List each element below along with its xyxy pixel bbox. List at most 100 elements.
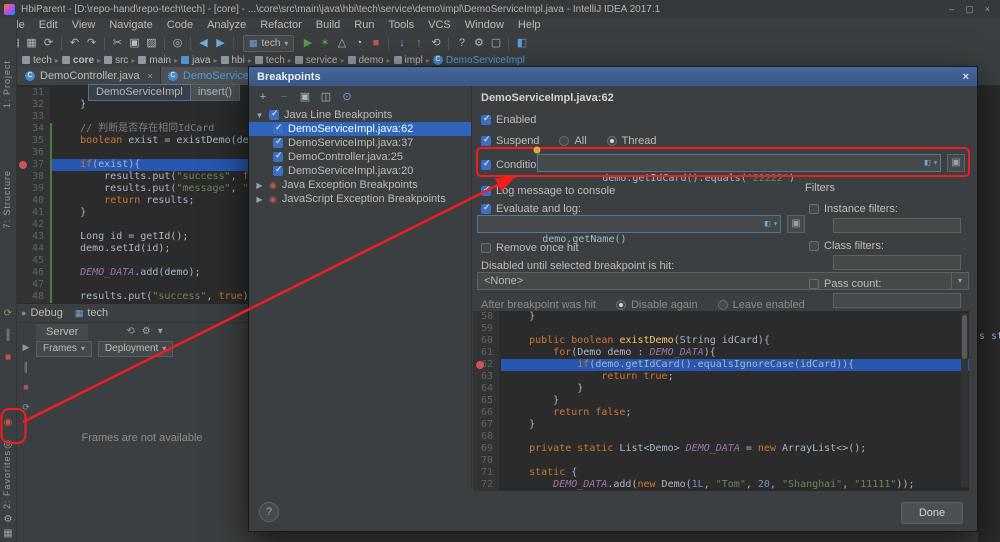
stop-icon[interactable]: ■ (1, 352, 15, 363)
menu-code[interactable]: Code (160, 19, 200, 31)
breadcrumb-demo[interactable]: demo (348, 55, 384, 66)
paste-icon[interactable]: ▨ (143, 34, 160, 52)
coverage-icon[interactable]: △ (333, 34, 350, 52)
tree-item-democontroller-25[interactable]: DemoController.java:25 (249, 150, 471, 164)
breadcrumb-demoserviceimpl[interactable]: CDemoServiceImpl (433, 55, 525, 66)
undo-icon[interactable]: ↶ (66, 34, 83, 52)
debug-session-tab[interactable]: ▦ tech (75, 307, 108, 319)
scrollbar[interactable] (961, 313, 968, 487)
history-dropdown-icon[interactable]: ▾ (933, 155, 938, 171)
cut-icon[interactable]: ✂ (109, 34, 126, 52)
scrollbar-thumb[interactable] (962, 315, 967, 359)
settings-icon[interactable]: ⚙ (142, 326, 151, 337)
find-icon[interactable]: ◎ (169, 34, 186, 52)
tree-item-demoserviceimpl-37[interactable]: DemoServiceImpl.java:37 (249, 136, 471, 150)
collapse-arrow-icon[interactable]: ▼ (255, 111, 264, 120)
expand-arrow-icon[interactable]: ▶ (255, 195, 264, 204)
breadcrumb-core[interactable]: core (62, 55, 94, 66)
back-arrow-icon[interactable]: ◀ (195, 34, 212, 52)
breakpoint-checkbox[interactable] (273, 166, 283, 176)
expand-evaluate-button[interactable]: ▣ (787, 215, 805, 233)
remove-once-checkbox[interactable] (481, 243, 491, 253)
restore-layout-icon[interactable]: ⟲ (126, 326, 134, 337)
pause-icon[interactable]: ║ (19, 362, 33, 372)
leave-enabled-radio[interactable] (718, 300, 728, 310)
condition-checkbox[interactable] (481, 160, 491, 170)
breadcrumb-impl[interactable]: impl (394, 55, 423, 66)
group-checkbox[interactable] (269, 110, 279, 120)
restart-icon[interactable]: ⟳ (19, 402, 33, 413)
forward-arrow-icon[interactable]: ▶ (212, 34, 229, 52)
expand-arrow-icon[interactable]: ▶ (255, 181, 264, 190)
popup-class-name[interactable]: DemoServiceImpl (88, 84, 191, 101)
view-options-icon[interactable]: ◫ (320, 87, 332, 107)
menu-analyze[interactable]: Analyze (200, 19, 253, 31)
pass-count-input[interactable] (833, 293, 961, 308)
popup-method-name[interactable]: insert() (191, 84, 240, 101)
revert-icon[interactable]: ⟲ (427, 34, 444, 52)
breadcrumb-tech[interactable]: tech (255, 55, 285, 66)
maximize-icon[interactable]: ▢ (487, 34, 504, 52)
menu-window[interactable]: Window (458, 19, 511, 31)
stop-icon[interactable]: ■ (367, 34, 384, 52)
synchronize-icon[interactable]: ⟳ (40, 34, 57, 52)
group-by-icon[interactable]: ▣ (299, 87, 311, 107)
help-button[interactable]: ? (259, 502, 279, 522)
dependent-breakpoint-select[interactable]: <None> ▾ (477, 272, 969, 290)
stripe-favorites-tab[interactable]: 2: Favorites (2, 450, 12, 509)
debug-icon[interactable]: ✶ (316, 34, 333, 52)
dialog-title-bar[interactable]: Breakpoints × (249, 67, 977, 86)
stripe-project-tab[interactable]: 1: Project (2, 60, 12, 108)
close-button[interactable]: × (985, 4, 990, 15)
breakpoint-checkbox[interactable] (273, 152, 283, 162)
condition-input[interactable]: demo.getIdCard().equals("22222") ◧ ▾ (537, 154, 941, 172)
maximize-button[interactable]: ▢ (965, 4, 974, 15)
settings-icon[interactable]: ⚙ (1, 514, 15, 525)
menu-run[interactable]: Run (347, 19, 381, 31)
minimize-button[interactable]: – (949, 4, 954, 15)
evaluate-input[interactable]: demo.getName() ◧ ▾ (477, 215, 781, 233)
enabled-checkbox[interactable] (481, 115, 491, 125)
view-breakpoints-icon[interactable]: ◉ (1, 417, 15, 428)
done-button[interactable]: Done (901, 502, 963, 524)
history-dropdown-icon[interactable]: ▾ (773, 216, 778, 232)
vcs-update-icon[interactable]: ↓ (393, 34, 410, 52)
suspend-checkbox[interactable] (481, 136, 491, 146)
instance-filters-input[interactable] (833, 218, 961, 233)
chevron-down-icon[interactable]: ▾ (951, 273, 968, 289)
frames-dropdown[interactable]: Frames ▾ (36, 341, 92, 357)
disable-again-radio[interactable] (616, 300, 626, 310)
expression-type-icon[interactable]: ◧ (925, 155, 930, 171)
dialog-close-icon[interactable]: × (963, 71, 969, 83)
add-breakpoint-icon[interactable]: + (257, 87, 269, 107)
sort-icon[interactable]: ⊙ (341, 87, 353, 107)
log-console-checkbox[interactable] (481, 186, 491, 196)
breadcrumb-main[interactable]: main (138, 55, 171, 66)
evaluate-checkbox[interactable] (481, 204, 491, 214)
tree-group-javascript-exception-breakpoints[interactable]: ▶ ◉ JavaScript Exception Breakpoints (249, 192, 471, 206)
run-configuration-select[interactable]: ▦ tech ▾ (243, 35, 294, 52)
menu-refactor[interactable]: Refactor (253, 19, 309, 31)
expression-type-icon[interactable]: ◧ (765, 216, 770, 232)
breakpoint-gutter[interactable]: 62 (473, 359, 499, 371)
menu-edit[interactable]: Edit (32, 19, 65, 31)
breadcrumb-service[interactable]: service (295, 55, 338, 66)
breadcrumb-hbi[interactable]: hbi (221, 55, 245, 66)
debug-tab[interactable]: ● Debug (21, 307, 63, 319)
breadcrumb-tech[interactable]: tech (22, 55, 52, 66)
expand-condition-button[interactable]: ▣ (947, 154, 965, 172)
tree-group-java-line-breakpoints[interactable]: ▼ Java Line Breakpoints (249, 108, 471, 122)
tree-item-demoserviceimpl-62[interactable]: DemoServiceImpl.java:62 (249, 122, 471, 136)
pass-count-checkbox[interactable] (809, 279, 819, 289)
menu-view[interactable]: View (65, 19, 103, 31)
instance-filters-checkbox[interactable] (809, 204, 819, 214)
rerun-icon[interactable]: ⟳ (1, 308, 15, 319)
class-filters-checkbox[interactable] (809, 241, 819, 251)
menu-navigate[interactable]: Navigate (102, 19, 159, 31)
close-tab-icon[interactable]: × (148, 71, 153, 81)
resume-icon[interactable]: ▶ (19, 342, 33, 353)
save-all-icon[interactable]: ▦ (23, 34, 40, 52)
restore-layout-icon[interactable]: ▦ (1, 528, 15, 539)
profiler-icon[interactable]: ◔ (350, 34, 367, 52)
deployment-dropdown[interactable]: Deployment ▾ (98, 341, 173, 357)
